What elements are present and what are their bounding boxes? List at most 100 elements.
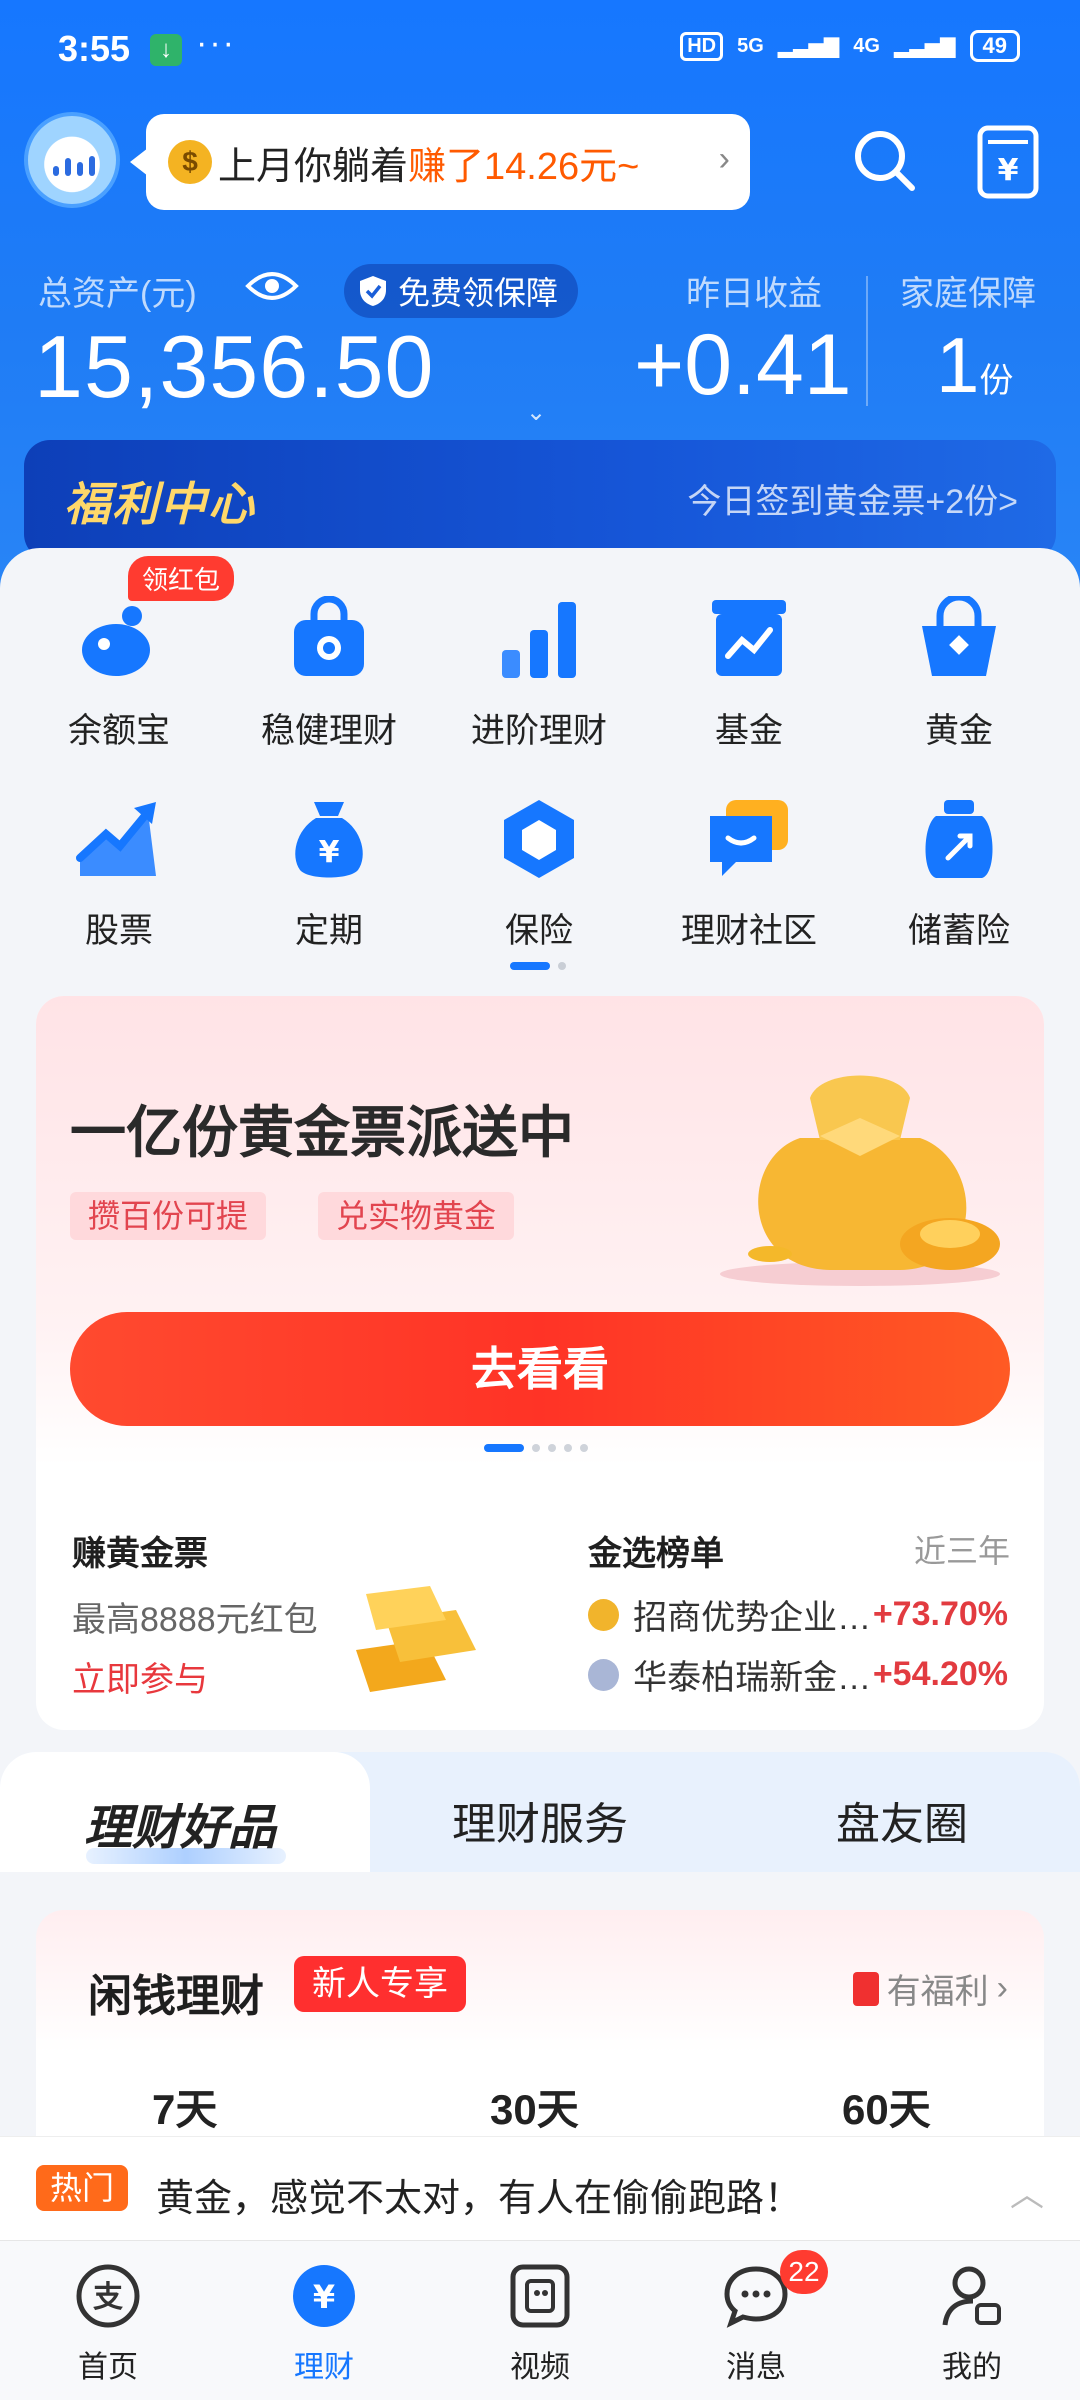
banner-chip: 兑实物黄金 [318,1192,515,1240]
status-time: 3:55 [58,28,131,69]
period-option[interactable]: 60天 [842,2076,931,2137]
grid-item-gold[interactable]: 黄金 [854,593,1064,752]
nav-label: 视频 [510,2351,570,2384]
earn-title[interactable]: 赚黄金票 [72,1526,208,1575]
period-option[interactable]: 30天 [490,2076,579,2137]
ranking-range[interactable]: 近三年 [914,1526,1010,1572]
hot-news-bar[interactable]: 热门 黄金，感觉不太对，有人在偷偷跑路！ ︿ [0,2136,1080,2240]
svg-text:¥: ¥ [313,2278,335,2316]
gold-medal-icon [588,1598,620,1631]
gold-bars-icon [356,1586,476,1692]
signal-icon: ▂▃▅▇ [777,35,840,58]
content-tabs: 理财好品 理财服务 盘友圈 [0,1752,1080,1872]
grid-item-label: 进阶理财 [471,712,607,750]
fund-name: 华泰柏瑞新金… [633,1659,867,1697]
nav-wealth[interactable]: ¥ 理财 [244,2263,404,2386]
idle-money-card[interactable]: 闲钱理财 新人专享 有福利 › 7天 30天 60天 [36,1910,1044,2170]
chat-community-icon [710,800,788,876]
ranking-row[interactable]: 招商优势企业… +73.70% [588,1590,1008,1639]
chevron-down-icon[interactable]: ⌄ [526,398,546,427]
grid-item-label: 理财社区 [681,912,817,950]
chevron-right-icon: › [996,1969,1008,2007]
grid-item-yuebao[interactable]: 余额宝 [14,596,224,752]
fund-name: 招商优势企业… [633,1599,867,1637]
yuebao-icon [82,606,150,676]
nav-home[interactable]: 支 首页 [28,2263,188,2386]
network-4g: 4G [853,34,880,57]
avatar-face-icon [52,154,96,176]
bubble-highlight: 赚了14.26元~ [408,145,640,188]
ranking-row[interactable]: 华泰柏瑞新金… +54.20% [588,1650,1008,1699]
network-5g: 5G [737,34,764,57]
video-icon [510,2264,570,2328]
join-now-link[interactable]: 立即参与 [72,1652,208,1701]
nav-label: 消息 [726,2351,786,2384]
benefit-link[interactable]: 有福利 › [852,1964,1008,2013]
period-option[interactable]: 7天 [152,2076,217,2137]
red-envelope-icon [852,1971,879,2006]
signal-icon: ▂▃▅▇ [893,35,956,58]
red-packet-badge[interactable]: 领红包 [128,556,235,601]
banner-chip: 攒百份可提 [70,1192,267,1240]
earn-subtitle: 最高8888元红包 [72,1601,318,1639]
welfare-title: 福利中心 [64,478,256,530]
ranking-title[interactable]: 金选榜单 [588,1526,724,1575]
free-protection-button[interactable]: 免费领保障 [344,264,579,318]
grid-item-insurance[interactable]: 保险 [434,796,644,952]
idle-money-title: 闲钱理财 [88,1972,264,2021]
total-assets-value[interactable]: 15,356.50 [34,316,435,418]
stock-trend-icon [76,802,156,876]
grid-item-wenjian[interactable]: 稳健理财 [224,595,434,752]
grid-item-label: 稳健理财 [261,712,397,750]
svg-text:支: 支 [93,2280,123,2315]
money-bag-icon: $ [168,140,212,184]
welfare-center-banner[interactable]: 福利中心 今日签到黄金票+2份> [24,440,1056,560]
total-assets-label: 总资产(元) [38,275,197,313]
bars-up-icon [502,602,576,678]
grid-item-label: 余额宝 [68,712,170,750]
tab-products[interactable]: 理财好品 [84,1788,276,1858]
benefit-label: 有福利 [886,1973,989,2011]
fund-return: +54.20% [872,1655,1008,1693]
promo-card: 一亿份黄金票派送中 攒百份可提 兑实物黄金 去看看 赚黄金票 最高8888元红包… [36,996,1044,1730]
grid-item-savings-insurance[interactable]: 储蓄险 [854,796,1064,952]
shield-check-icon [360,276,386,306]
tab-community[interactable]: 盘友圈 [836,1788,968,1852]
hot-news-text: 黄金，感觉不太对，有人在偷偷跑路！ [156,2178,803,2220]
search-icon[interactable] [850,126,918,194]
nav-label: 我的 [942,2351,1002,2384]
tab-services[interactable]: 理财服务 [452,1788,628,1852]
nav-me[interactable]: 我的 [892,2263,1052,2386]
gold-bag-icon [720,1075,1000,1286]
status-bar: 3:55 ↓ ··· HD 5G ▂▃▅▇ 4G ▂▃▅▇ 49 [0,0,1080,100]
grid-item-fund[interactable]: 基金 [644,596,854,752]
gold-ticket-banner[interactable]: 一亿份黄金票派送中 攒百份可提 兑实物黄金 去看看 [36,996,1044,1466]
yesterday-earnings-value[interactable]: +0.41 [634,316,852,415]
svg-text:¥: ¥ [319,835,340,870]
divider [866,276,868,406]
alipay-home-icon: 支 [76,2264,140,2328]
avatar[interactable] [24,112,120,208]
message-count-badge: 22 [780,2250,828,2294]
nav-video[interactable]: 视频 [460,2263,620,2386]
eye-icon[interactable] [244,266,300,306]
grid-item-stock[interactable]: 股票 [14,796,224,952]
welfare-checkin-link[interactable]: 今日签到黄金票+2份> [687,474,1018,523]
chevron-up-icon[interactable]: ︿ [1010,2167,1044,2216]
earnings-bubble[interactable]: $ 上月你躺着 赚了14.26元~ › [130,114,750,210]
go-see-button[interactable]: 去看看 [70,1312,1010,1426]
fund-chart-icon [712,600,786,676]
nav-label: 理财 [294,2351,354,2384]
family-protection-value[interactable]: 1份 [936,320,1013,411]
user-profile-icon [942,2266,1001,2326]
grid-item-label: 股票 [85,912,153,950]
family-unit: 份 [979,362,1014,400]
hd-indicator: HD [680,31,724,61]
grid-item-jinjie[interactable]: 进阶理财 [434,596,644,752]
grid-item-dingqi[interactable]: ¥ 定期 [224,796,434,952]
bill-icon[interactable]: ¥ [976,124,1040,200]
grid-item-label: 定期 [295,912,363,950]
grid-item-community[interactable]: 理财社区 [644,796,854,952]
svg-text:¥: ¥ [998,153,1019,188]
banner-headline: 一亿份黄金票派送中 [70,1101,574,1164]
